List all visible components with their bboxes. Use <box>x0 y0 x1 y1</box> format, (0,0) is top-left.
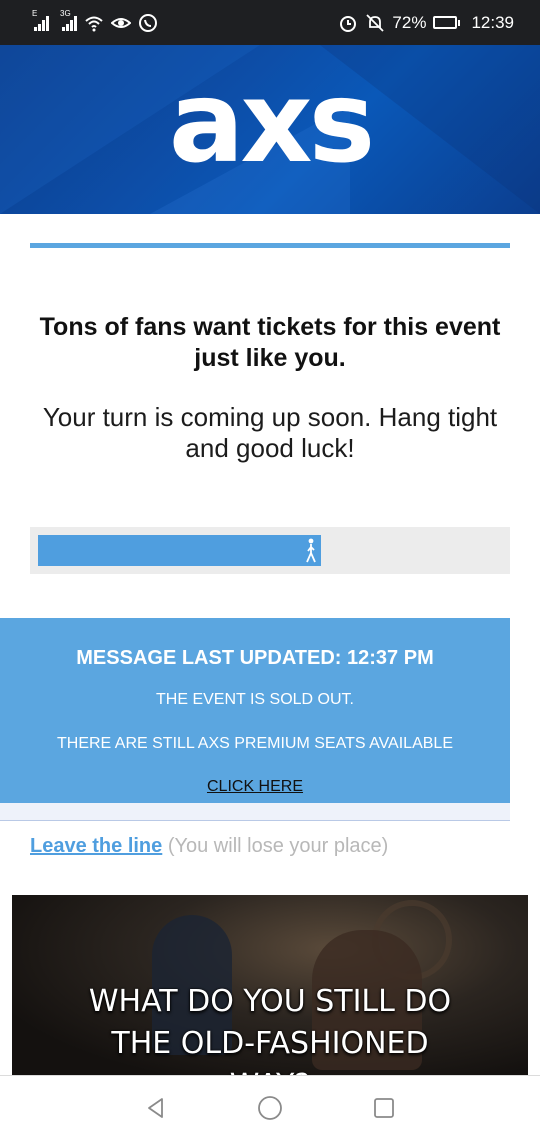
walker-icon <box>306 538 316 563</box>
network-type-label: E <box>32 8 38 18</box>
queue-subline: Your turn is coming up soon. Hang tight … <box>20 402 520 464</box>
status-bar: E 3G 72% 12:39 <box>0 0 540 45</box>
battery-icon <box>433 16 461 29</box>
notice-panel: MESSAGE LAST UPDATED: 12:37 PM THE EVENT… <box>0 618 510 803</box>
caption-line: WAY? <box>12 1065 528 1075</box>
recents-icon <box>374 1098 394 1118</box>
status-left: E 3G <box>32 9 158 33</box>
signal-icon: 3G <box>60 9 77 31</box>
queue-progress-bar <box>30 527 510 574</box>
headline-line: just like you. <box>194 344 346 372</box>
notice-sold-out: THE EVENT IS SOLD OUT. <box>156 691 354 708</box>
home-button[interactable] <box>253 1091 287 1125</box>
axs-logo: axs <box>168 57 375 188</box>
queue-progress-fill <box>38 535 321 566</box>
system-nav-bar <box>0 1075 540 1140</box>
leave-line-row: Leave the line (You will lose your place… <box>30 835 388 858</box>
queue-headline: Tons of fans want tickets for this event… <box>20 312 520 374</box>
leave-line-link[interactable]: Leave the line <box>30 835 162 857</box>
click-here-link[interactable]: CLICK HERE <box>0 778 510 796</box>
status-time: 12:39 <box>471 12 514 32</box>
caption-line: THE OLD-FASHIONED <box>111 1026 429 1061</box>
status-right: 72% 12:39 <box>338 13 514 33</box>
subline-line: Your turn is coming up soon. Hang tight <box>42 402 498 432</box>
alarm-icon <box>340 15 357 32</box>
subline-line: and good luck! <box>185 433 355 463</box>
recents-button[interactable] <box>367 1091 401 1125</box>
gif-caption: WHAT DO YOU STILL DO THE OLD-FASHIONED W… <box>12 981 528 1075</box>
wifi-icon <box>85 16 103 31</box>
network-type-label: 3G <box>60 8 71 18</box>
notice-premium: THERE ARE STILL AXS PREMIUM SEATS AVAILA… <box>57 735 453 752</box>
mute-icon <box>366 13 385 32</box>
leave-line-note: (You will lose your place) <box>167 835 389 857</box>
headline-line: Tons of fans want tickets for this event <box>39 313 501 341</box>
eye-icon <box>111 17 131 28</box>
caption-line: WHAT DO YOU STILL DO <box>88 984 452 1019</box>
animated-gif: WHAT DO YOU STILL DO THE OLD-FASHIONED W… <box>12 895 528 1075</box>
battery-percent: 72% <box>392 12 427 32</box>
whatsapp-icon <box>139 13 157 32</box>
notice-title: MESSAGE LAST UPDATED: 12:37 PM <box>76 647 434 669</box>
back-icon <box>148 1098 163 1118</box>
home-icon <box>258 1096 282 1120</box>
brand-header: axs <box>0 45 540 214</box>
accent-rule <box>30 243 510 248</box>
divider <box>0 803 510 821</box>
back-button[interactable] <box>139 1091 173 1125</box>
signal-icon: E <box>32 9 49 31</box>
